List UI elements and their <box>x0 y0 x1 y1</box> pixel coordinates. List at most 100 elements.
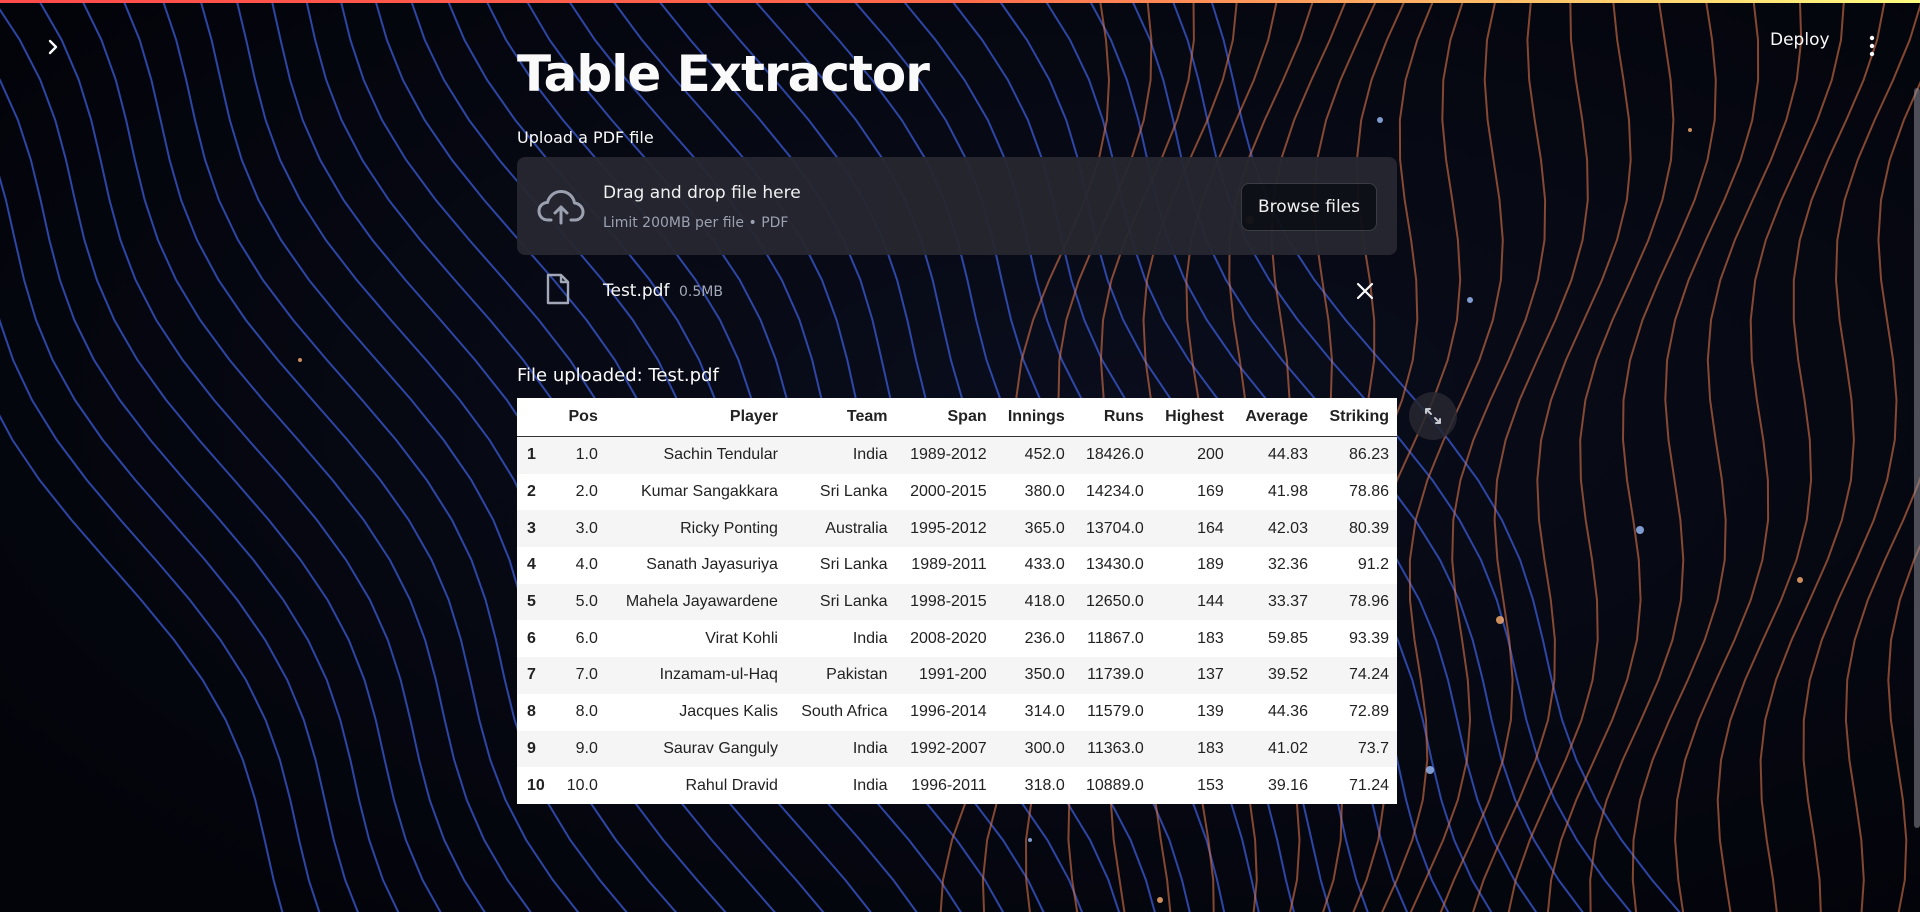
browse-files-button[interactable]: Browse files <box>1240 183 1377 231</box>
table-cell: 350.0 <box>1024 666 1065 684</box>
background-spark <box>1426 766 1434 774</box>
table-cell: Sri Lanka <box>819 483 888 501</box>
table-cell: 365.0 <box>1024 519 1065 537</box>
fullscreen-button[interactable] <box>1409 392 1457 440</box>
column-header[interactable]: Player <box>605 398 786 437</box>
table-cell: 2008-2020 <box>910 629 987 647</box>
row-index-cell: 7 <box>527 666 536 684</box>
table-cell: 13430.0 <box>1085 556 1144 574</box>
top-decoration-bar <box>0 0 1920 3</box>
background-spark <box>1636 526 1644 534</box>
uploaded-file-size: 0.5MB <box>679 284 723 300</box>
table-cell: India <box>852 629 888 647</box>
row-index-cell: 9 <box>527 739 536 757</box>
table-cell: 189 <box>1197 556 1224 574</box>
table-cell: 1996-2014 <box>910 703 987 721</box>
table-cell: 11363.0 <box>1087 739 1144 757</box>
dataframe-container: Pos Player Team Span Innings Runs Highest Avera… <box>517 392 1457 804</box>
table-cell: South Africa <box>801 703 888 721</box>
table-cell: 236.0 <box>1024 629 1065 647</box>
fullscreen-expand-icon <box>1425 408 1441 424</box>
deploy-button[interactable]: Deploy <box>1770 30 1830 50</box>
table-cell: Saurav Ganguly <box>663 739 778 757</box>
dropzone-title: Drag and drop file here <box>603 183 801 203</box>
table-cell: 137 <box>1197 666 1224 684</box>
table-cell: 169 <box>1197 483 1224 501</box>
table-cell: 93.39 <box>1348 629 1389 647</box>
table-cell: 13704.0 <box>1085 519 1144 537</box>
table-cell: Sri Lanka <box>819 593 888 611</box>
table-cell: 6.0 <box>575 629 598 647</box>
table-row: 7 7.0 Inzamam-ul-Haq Pakistan 1991-200 350.0 1… <box>517 657 1397 694</box>
row-index-cell: 6 <box>527 629 536 647</box>
table-cell: 86.23 <box>1348 446 1389 464</box>
table-cell: 73.7 <box>1357 739 1389 757</box>
table-cell: 44.36 <box>1267 703 1308 721</box>
table-cell: 1989-2012 <box>910 446 987 464</box>
table-cell: 139 <box>1197 703 1224 721</box>
table-cell: Pakistan <box>826 666 888 684</box>
column-header[interactable]: Span <box>895 398 995 437</box>
column-header[interactable]: Pos <box>555 398 606 437</box>
table-cell: 452.0 <box>1024 446 1065 464</box>
table-cell: India <box>852 446 888 464</box>
table-cell: 8.0 <box>575 703 598 721</box>
table-cell: 1992-2007 <box>910 739 987 757</box>
column-header[interactable]: Average <box>1231 398 1316 437</box>
row-index-cell: 2 <box>527 483 536 501</box>
file-icon <box>546 273 570 305</box>
background-spark <box>1496 616 1504 624</box>
column-header[interactable]: Runs <box>1072 398 1152 437</box>
table-cell: Inzamam-ul-Haq <box>659 666 778 684</box>
sidebar-toggle-button[interactable] <box>38 32 68 62</box>
column-header[interactable]: Striking <box>1315 398 1397 437</box>
table-cell: 1995-2012 <box>910 519 987 537</box>
table-cell: Sanath Jayasuriya <box>646 556 778 574</box>
page-scrollbar[interactable] <box>1914 88 1920 828</box>
table-cell: 44.83 <box>1267 446 1308 464</box>
table-cell: 72.89 <box>1348 703 1389 721</box>
table-cell: 33.37 <box>1267 593 1308 611</box>
main-content: Table Extractor Upload a PDF file Drag a… <box>517 40 1457 804</box>
background-spark <box>1467 297 1473 303</box>
column-header[interactable]: Innings <box>994 398 1073 437</box>
uploaded-file-row: Test.pdf 0.5MB <box>517 255 1397 335</box>
column-header[interactable] <box>517 398 556 437</box>
table-cell: Sachin Tendular <box>663 446 778 464</box>
table-cell: 11579.0 <box>1087 703 1144 721</box>
table-cell: 418.0 <box>1024 593 1065 611</box>
table-cell: 41.98 <box>1267 483 1308 501</box>
file-dropzone[interactable]: Drag and drop file here Limit 200MB per … <box>517 157 1397 255</box>
table-row: 4 4.0 Sanath Jayasuriya Sri Lanka 1989-2011 4… <box>517 547 1397 584</box>
table-cell: 78.96 <box>1348 593 1389 611</box>
table-cell: 18426.0 <box>1085 446 1144 464</box>
upload-status-text: File uploaded: Test.pdf <box>517 365 719 386</box>
table-cell: India <box>852 739 888 757</box>
table-cell: 314.0 <box>1024 703 1065 721</box>
row-index-cell: 4 <box>527 556 536 574</box>
table-cell: 3.0 <box>575 519 598 537</box>
table-cell: 41.02 <box>1267 739 1308 757</box>
more-vertical-icon <box>1869 35 1875 57</box>
table-row: 6 6.0 Virat Kohli India 2008-2020 236.0 11867.… <box>517 620 1397 658</box>
table-cell: 71.24 <box>1348 776 1389 794</box>
table-cell: 1998-2015 <box>910 593 987 611</box>
table-cell: 11867.0 <box>1087 629 1144 647</box>
cloud-upload-icon <box>537 190 585 225</box>
table-cell: 1991-200 <box>919 666 987 684</box>
page-title: Table Extractor <box>517 45 930 103</box>
table-cell: 433.0 <box>1024 556 1065 574</box>
table-cell: 10.0 <box>566 776 598 794</box>
column-header[interactable]: Highest <box>1151 398 1232 437</box>
table-cell: Ricky Ponting <box>680 519 778 537</box>
uploaded-file-name: Test.pdf <box>603 281 670 301</box>
table-cell: Kumar Sangakkara <box>640 483 778 501</box>
table-cell: 7.0 <box>575 666 598 684</box>
main-menu-button[interactable] <box>1862 34 1882 58</box>
close-icon[interactable] <box>1355 281 1375 301</box>
table-cell: 91.2 <box>1357 556 1389 574</box>
column-header[interactable]: Team <box>785 398 896 437</box>
table-cell: 164 <box>1197 519 1224 537</box>
table-cell: 5.0 <box>575 593 598 611</box>
table-cell: Sri Lanka <box>819 556 888 574</box>
